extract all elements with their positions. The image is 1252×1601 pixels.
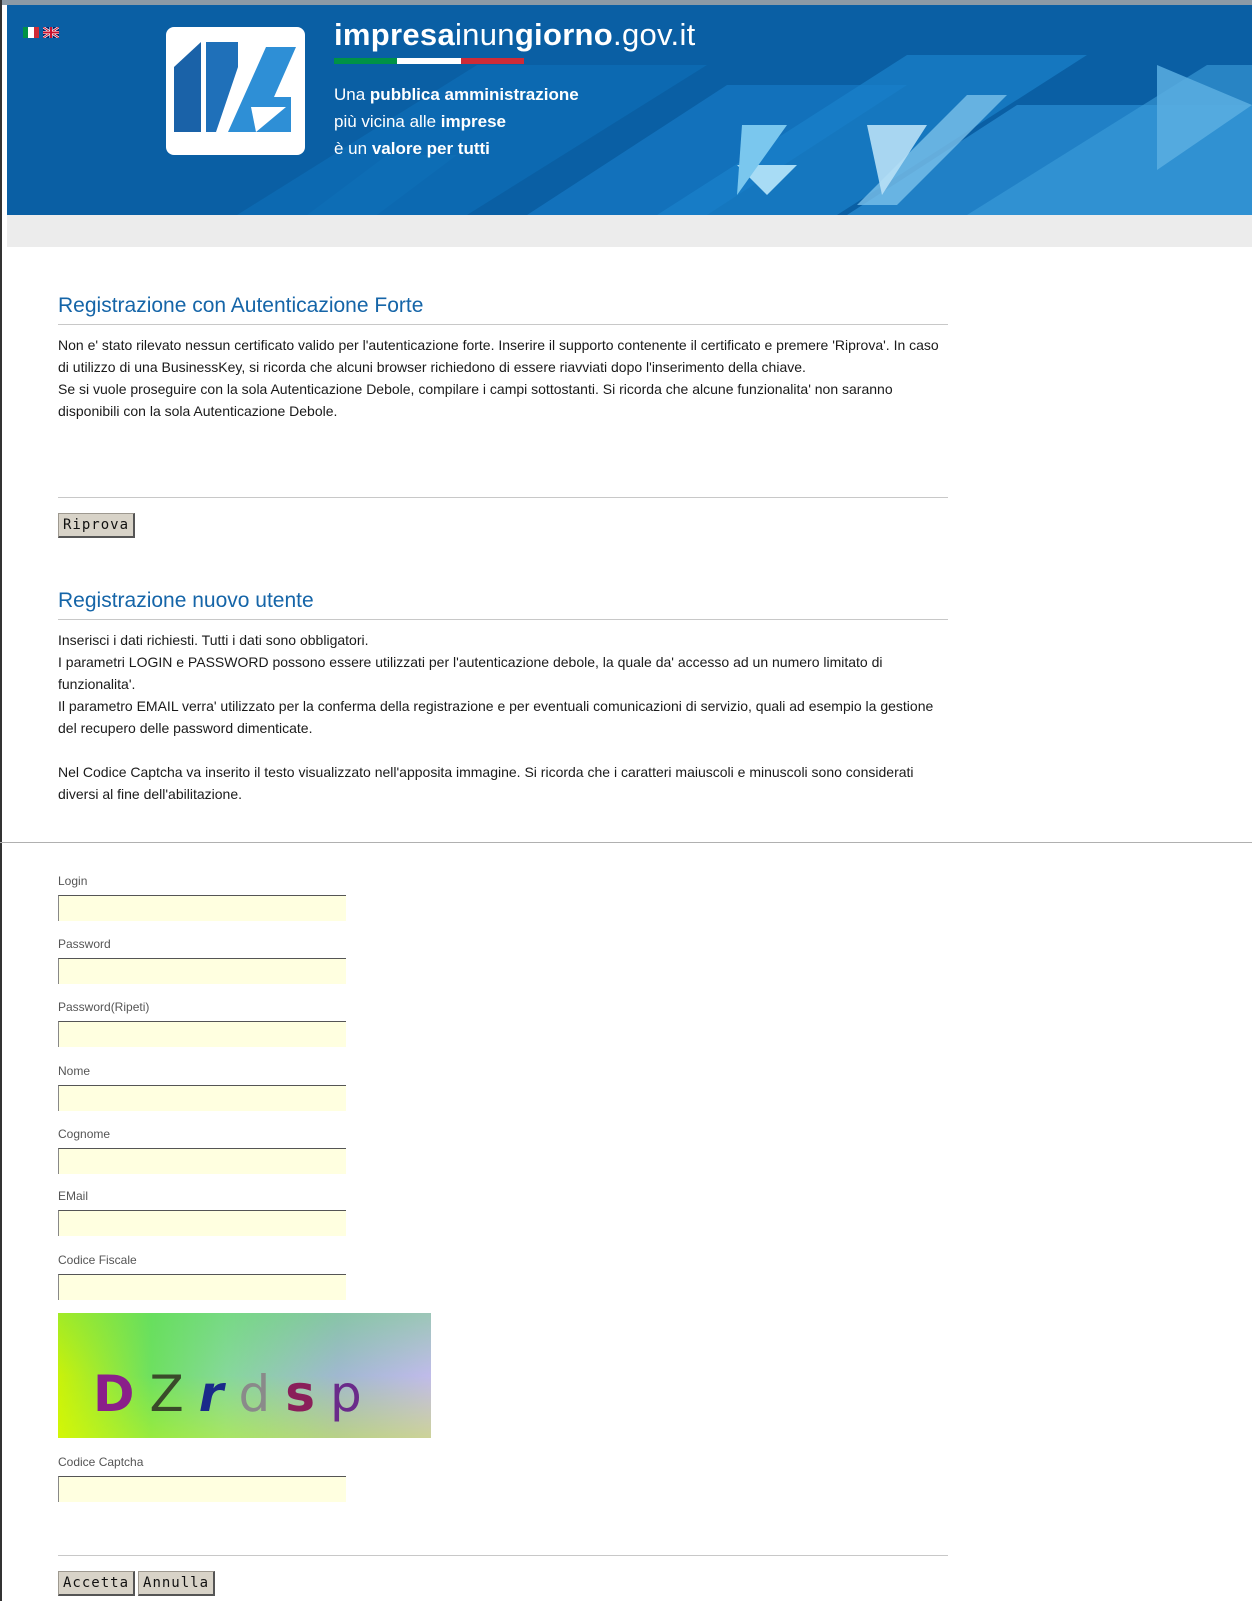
cognome-label: Cognome xyxy=(58,1127,111,1141)
codice-fiscale-field: Codice Fiscale xyxy=(58,1253,346,1300)
strong-auth-text: Non e' stato rilevato nessun certificato… xyxy=(58,334,948,422)
captcha-char: s xyxy=(285,1365,330,1423)
nome-field: Nome xyxy=(58,1064,346,1111)
password-label: Password xyxy=(58,937,111,951)
strong-auth-paragraph-2: Se si vuole proseguire con la sola Auten… xyxy=(58,381,893,419)
new-user-line-1: Inserisci i dati richiesti. Tutti i dati… xyxy=(58,632,369,648)
new-user-text: Inserisci i dati richiesti. Tutti i dati… xyxy=(58,629,948,805)
password-field: Password xyxy=(58,937,346,984)
new-user-section: Registrazione nuovo utente Inserisci i d… xyxy=(58,589,948,805)
italian-flag-icon[interactable] xyxy=(23,27,39,38)
tagline-line-1: Una pubblica amministrazione xyxy=(334,85,579,104)
nome-label: Nome xyxy=(58,1064,91,1078)
site-title-domain: .gov.it xyxy=(613,17,696,52)
site-tagline: Una pubblica amministrazione più vicina … xyxy=(334,81,579,162)
site-header-banner: impresainungiorno.gov.it Una pubblica am… xyxy=(7,5,1252,215)
new-user-heading: Registrazione nuovo utente xyxy=(58,589,948,620)
login-label: Login xyxy=(58,874,88,888)
captcha-char: p xyxy=(329,1365,377,1423)
form-actions: Accetta Annulla xyxy=(58,1571,216,1596)
captcha-char: r xyxy=(198,1365,239,1423)
nome-input[interactable] xyxy=(58,1085,346,1111)
captcha-image: DZrdsp xyxy=(58,1313,431,1438)
cognome-field: Cognome xyxy=(58,1127,346,1174)
login-input[interactable] xyxy=(58,895,346,921)
separator-line xyxy=(58,1555,948,1556)
login-field: Login xyxy=(58,874,346,921)
codice-fiscale-label: Codice Fiscale xyxy=(58,1253,137,1267)
cancel-button[interactable]: Annulla xyxy=(138,1571,216,1596)
retry-button[interactable]: Riprova xyxy=(58,513,136,538)
email-input[interactable] xyxy=(58,1210,346,1236)
captcha-input[interactable] xyxy=(58,1476,346,1502)
password-input[interactable] xyxy=(58,958,346,984)
email-label: EMail xyxy=(58,1189,89,1203)
codice-fiscale-input[interactable] xyxy=(58,1274,346,1300)
captcha-characters: DZrdsp xyxy=(93,1365,377,1423)
tagline-line-2: più vicina alle imprese xyxy=(334,112,506,131)
captcha-char: Z xyxy=(149,1365,199,1423)
site-title[interactable]: impresainungiorno.gov.it xyxy=(334,17,696,53)
tagline-line-3: è un valore per tutti xyxy=(334,139,490,158)
strong-auth-paragraph-1: Non e' stato rilevato nessun certificato… xyxy=(58,337,939,375)
accept-button[interactable]: Accetta xyxy=(58,1571,136,1596)
tricolor-underline xyxy=(334,58,524,64)
nav-grey-bar xyxy=(7,215,1252,247)
site-logo[interactable] xyxy=(166,27,305,155)
captcha-char: d xyxy=(238,1365,286,1423)
password-repeat-field: Password(Ripeti) xyxy=(58,1000,346,1047)
language-flags xyxy=(23,27,59,38)
retry-button-wrap: Riprova xyxy=(58,513,136,538)
site-title-impresa: impresa xyxy=(334,17,455,52)
password-repeat-label: Password(Ripeti) xyxy=(58,1000,150,1014)
new-user-line-3: Il parametro EMAIL verra' utilizzato per… xyxy=(58,698,934,736)
strong-auth-heading: Registrazione con Autenticazione Forte xyxy=(58,294,948,325)
site-title-giorno: giorno xyxy=(514,17,614,52)
captcha-label: Codice Captcha xyxy=(58,1455,144,1469)
new-user-line-4: Nel Codice Captcha va inserito il testo … xyxy=(58,764,914,802)
window-left-border xyxy=(0,0,2,1601)
email-field: EMail xyxy=(58,1189,346,1236)
separator-line xyxy=(58,497,948,498)
uk-flag-icon[interactable] xyxy=(43,27,59,38)
password-repeat-input[interactable] xyxy=(58,1021,346,1047)
page-divider xyxy=(0,842,1252,843)
site-title-inun: inun xyxy=(455,17,515,52)
strong-auth-section: Registrazione con Autenticazione Forte N… xyxy=(58,294,948,422)
logo-arrows-icon xyxy=(174,42,296,132)
cognome-input[interactable] xyxy=(58,1148,346,1174)
captcha-field: Codice Captcha xyxy=(58,1455,346,1502)
new-user-line-2: I parametri LOGIN e PASSWORD possono ess… xyxy=(58,654,883,692)
captcha-char: D xyxy=(93,1365,150,1423)
